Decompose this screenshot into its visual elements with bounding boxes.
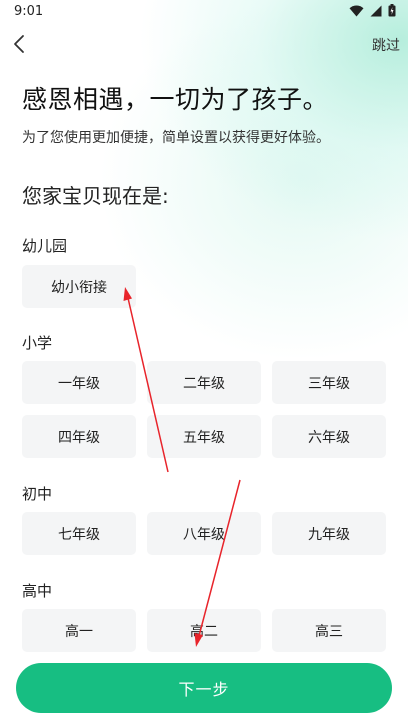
grade-option-grade-7[interactable]: 七年级 xyxy=(22,512,136,555)
next-button[interactable]: 下一步 xyxy=(16,663,392,713)
status-icons xyxy=(349,4,396,17)
grade-option-high-3[interactable]: 高三 xyxy=(272,609,386,652)
grade-option-grade-8[interactable]: 八年级 xyxy=(147,512,261,555)
section-label-primary: 小学 xyxy=(22,334,53,352)
battery-icon xyxy=(388,4,396,17)
grade-option-high-1[interactable]: 高一 xyxy=(22,609,136,652)
signal-icon xyxy=(370,5,382,16)
status-time: 9:01 xyxy=(14,4,44,19)
grade-option-grade-5[interactable]: 五年级 xyxy=(147,415,261,458)
wifi-icon xyxy=(349,5,364,16)
grade-option-grade-4[interactable]: 四年级 xyxy=(22,415,136,458)
section-label-middle: 初中 xyxy=(22,485,53,503)
grade-option-grade-1[interactable]: 一年级 xyxy=(22,361,136,404)
page-subtitle: 为了您使用更加便捷，简单设置以获得更好体验。 xyxy=(22,130,330,146)
grade-option-grade-2[interactable]: 二年级 xyxy=(147,361,261,404)
section-label-high: 高中 xyxy=(22,582,53,600)
skip-button[interactable]: 跳过 xyxy=(372,35,400,55)
nav-bar: 跳过 xyxy=(0,28,408,60)
grade-option-grade-9[interactable]: 九年级 xyxy=(272,512,386,555)
grade-option-grade-6[interactable]: 六年级 xyxy=(272,415,386,458)
chevron-left-icon xyxy=(14,35,24,53)
grade-question: 您家宝贝现在是: xyxy=(22,184,169,208)
page-title: 感恩相遇，一切为了孩子。 xyxy=(22,85,329,114)
grade-option-high-2[interactable]: 高二 xyxy=(147,609,261,652)
back-button[interactable] xyxy=(6,30,32,58)
grade-option-kindergarten-transition[interactable]: 幼小衔接 xyxy=(22,265,136,308)
grade-option-grade-3[interactable]: 三年级 xyxy=(272,361,386,404)
section-label-kindergarten: 幼儿园 xyxy=(22,237,68,255)
status-bar: 9:01 xyxy=(0,0,408,24)
